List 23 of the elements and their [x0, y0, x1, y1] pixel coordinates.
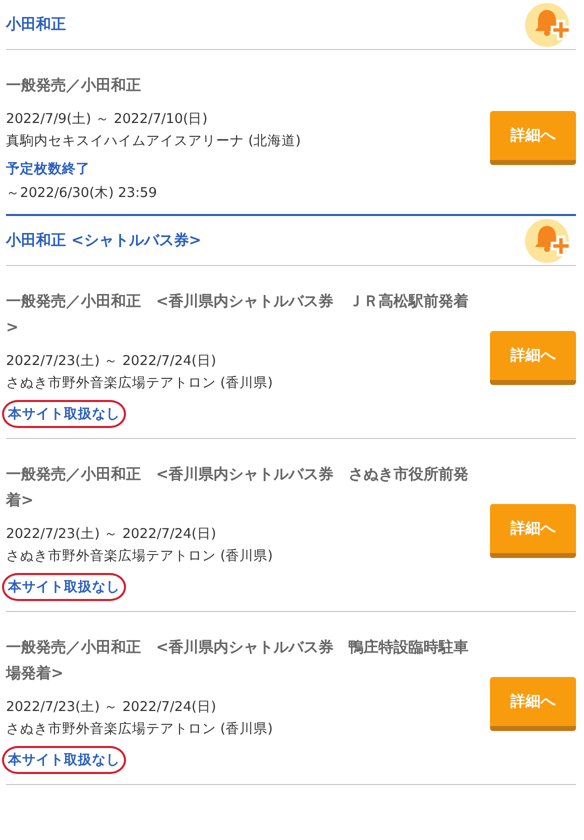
event-venue: 真駒内セキスイハイムアイスアリーナ (北海道): [6, 132, 302, 151]
sale-status: 予定枚数終了: [6, 160, 90, 179]
details-button[interactable]: 詳細へ: [490, 331, 576, 385]
section-heading: 小田和正 <シャトルバス券>: [6, 231, 202, 250]
event-title: 一般発売／小田和正 <香川県内シャトルバス券 さぬき市役所前発着>: [6, 464, 470, 511]
event-venue: さぬき市野外音楽広場テアトロン (香川県): [6, 374, 274, 393]
event-title: 一般発売／小田和正 <香川県内シャトルバス券 鴨庄特設臨時駐車場発着>: [6, 637, 470, 684]
section-heading: 小田和正: [6, 15, 66, 34]
event-dates: 2022/7/9(土) ～ 2022/7/10(日): [6, 110, 209, 129]
event-dates: 2022/7/23(土) ～ 2022/7/24(日): [6, 525, 218, 544]
event-dates: 2022/7/23(土) ～ 2022/7/24(日): [6, 698, 218, 717]
event-dates: 2022/7/23(土) ～ 2022/7/24(日): [6, 352, 218, 371]
event-title: 一般発売／小田和正: [6, 75, 142, 96]
sale-deadline: ～2022/6/30(木) 23:59: [6, 184, 158, 203]
sale-status: 本サイト取扱なし: [8, 405, 120, 424]
sale-status: 本サイト取扱なし: [8, 578, 120, 597]
details-button[interactable]: 詳細へ: [490, 677, 576, 731]
event-title: 一般発売／小田和正 <香川県内シャトルバス券 ＪＲ高松駅前発着>: [6, 291, 470, 338]
event-venue: さぬき市野外音楽広場テアトロン (香川県): [6, 720, 274, 739]
sale-status: 本サイト取扱なし: [8, 751, 120, 770]
event-venue: さぬき市野外音楽広場テアトロン (香川県): [6, 547, 274, 566]
details-button[interactable]: 詳細へ: [490, 504, 576, 558]
details-button[interactable]: 詳細へ: [490, 111, 576, 165]
